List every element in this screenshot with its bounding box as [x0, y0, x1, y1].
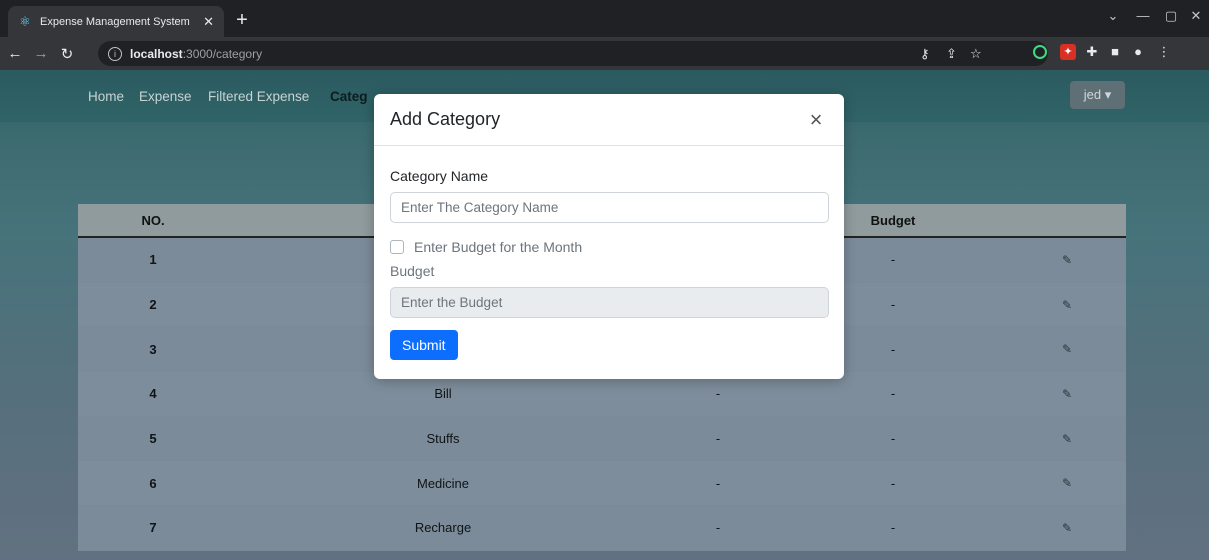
address-bar[interactable]: i localhost :3000/category ⚷ ⇪ ☆: [98, 41, 1048, 66]
table-row: 7 Recharge - - ✎: [78, 506, 1126, 551]
chevron-down-icon[interactable]: ⌄: [1103, 8, 1123, 24]
tab-title: Expense Management System: [40, 15, 190, 28]
edit-pencil-icon[interactable]: ✎: [1008, 342, 1126, 356]
header-no: NO.: [141, 212, 165, 228]
budget-input[interactable]: Enter the Budget: [390, 287, 829, 318]
new-tab-button[interactable]: +: [230, 9, 254, 33]
row-category: Recharge: [414, 520, 472, 536]
row-number: 6: [149, 475, 157, 491]
edit-pencil-icon[interactable]: ✎: [1008, 253, 1126, 267]
budget-checkbox-label: Enter Budget for the Month: [414, 239, 583, 255]
nav-category[interactable]: Categ: [330, 89, 368, 104]
budget-label: Budget: [390, 263, 435, 279]
menu-dots-icon[interactable]: ⋮: [1156, 44, 1172, 60]
row-number: 2: [149, 297, 157, 313]
add-category-modal: Add Category × Category Name Enter The C…: [374, 94, 844, 379]
table-row: 6 Medicine - - ✎: [78, 461, 1126, 507]
budget-checkbox[interactable]: [390, 240, 404, 254]
edit-pencil-icon[interactable]: ✎: [1008, 476, 1126, 490]
row-col3: -: [715, 475, 721, 491]
close-icon[interactable]: ×: [804, 107, 828, 133]
row-category: Medicine: [416, 475, 470, 491]
profile-icon[interactable]: ●: [1130, 44, 1146, 60]
user-dropdown[interactable]: jed ▾: [1070, 81, 1125, 109]
star-icon[interactable]: ☆: [970, 46, 982, 62]
row-number: 3: [149, 341, 157, 357]
row-budget: -: [890, 475, 896, 491]
nav-filtered-expense[interactable]: Filtered Expense: [208, 89, 309, 104]
modal-body: Category Name Enter The Category Name En…: [374, 146, 844, 376]
restore-button[interactable]: ▢: [1161, 8, 1181, 24]
edit-pencil-icon[interactable]: ✎: [1008, 387, 1126, 401]
browser-toolbar: ← → ↻ i localhost :3000/category ⚷ ⇪ ☆: [0, 37, 1209, 70]
edit-pencil-icon[interactable]: ✎: [1008, 521, 1126, 535]
back-arrow-icon[interactable]: ←: [4, 45, 26, 62]
share-icon[interactable]: ⇪: [946, 46, 957, 62]
modal-header: Add Category ×: [374, 94, 844, 146]
row-number: 1: [149, 252, 157, 268]
row-budget: -: [890, 386, 896, 402]
extension-red-icon[interactable]: ✦: [1060, 44, 1076, 60]
react-icon: ⚛: [19, 13, 31, 29]
row-category: Stuffs: [426, 431, 460, 447]
budget-checkbox-row[interactable]: Enter Budget for the Month: [390, 239, 828, 255]
sidepanel-icon[interactable]: ■: [1107, 44, 1123, 60]
minimize-button[interactable]: —: [1133, 8, 1153, 23]
forward-arrow-icon[interactable]: →: [30, 45, 52, 62]
edit-pencil-icon[interactable]: ✎: [1008, 432, 1126, 446]
browser-tabstrip: ⚛ Expense Management System ✕ + ⌄ — ▢ ✕: [0, 0, 1209, 37]
modal-title: Add Category: [390, 109, 501, 129]
row-number: 7: [149, 520, 157, 536]
edit-pencil-icon[interactable]: ✎: [1008, 298, 1126, 312]
info-icon[interactable]: i: [108, 46, 122, 61]
submit-button[interactable]: Submit: [390, 330, 458, 360]
key-icon[interactable]: ⚷: [920, 46, 930, 62]
category-name-label: Category Name: [390, 168, 489, 184]
nav-expense[interactable]: Expense: [139, 89, 192, 104]
row-budget: -: [890, 431, 896, 447]
category-name-input[interactable]: Enter The Category Name: [390, 192, 829, 223]
table-row: 5 Stuffs - - ✎: [78, 416, 1126, 462]
row-number: 4: [149, 386, 157, 402]
row-budget: -: [890, 520, 896, 536]
url-path: :3000/category: [182, 46, 263, 61]
browser-tab[interactable]: ⚛ Expense Management System ✕: [8, 6, 224, 37]
row-col3: -: [715, 431, 721, 447]
close-window-button[interactable]: ✕: [1186, 8, 1206, 24]
puzzle-icon[interactable]: ✚: [1084, 44, 1100, 60]
tab-close-button[interactable]: ✕: [203, 14, 214, 30]
nav-home[interactable]: Home: [88, 89, 124, 104]
row-category: Bill: [434, 386, 452, 402]
row-col3: -: [715, 520, 721, 536]
row-number: 5: [149, 431, 157, 447]
row-col3: -: [715, 386, 721, 402]
url-host: localhost: [130, 46, 183, 61]
extension-green-icon[interactable]: [1033, 45, 1047, 59]
reload-icon[interactable]: ↻: [56, 45, 78, 63]
